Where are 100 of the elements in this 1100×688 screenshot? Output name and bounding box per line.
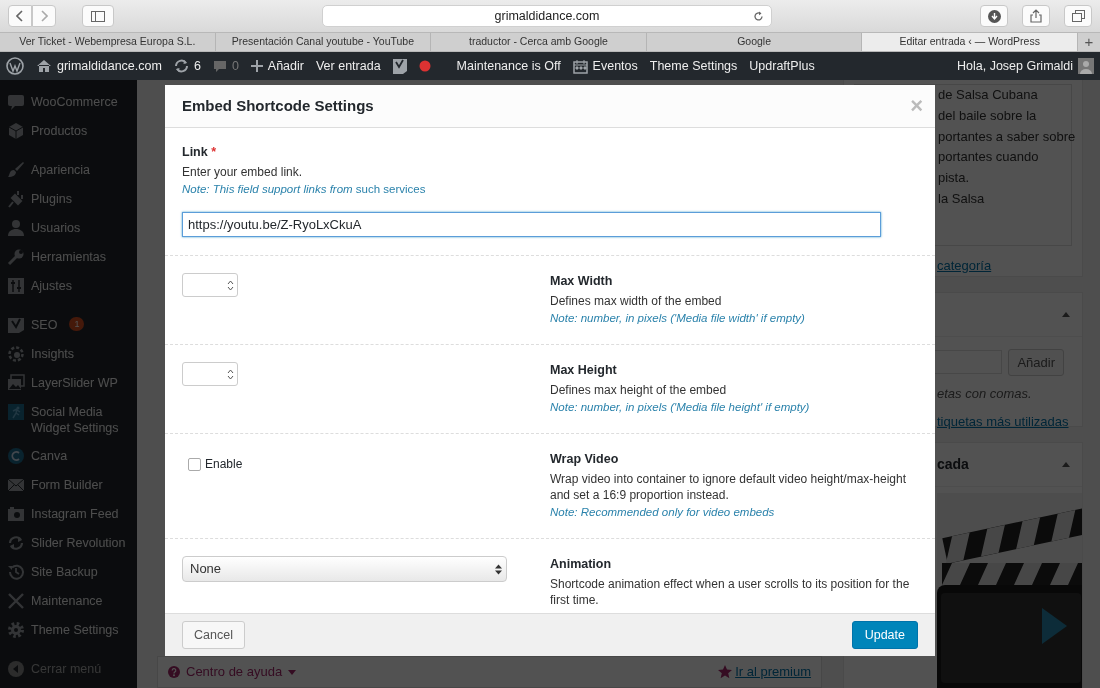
field-description: Shortcode animation effect when a user scrolls to its position for the first time. <box>550 576 911 608</box>
sidebar-item[interactable]: Ajustes <box>0 272 137 301</box>
runner-icon <box>7 403 25 421</box>
plus-icon <box>250 60 263 72</box>
star-icon <box>717 665 732 679</box>
tools-icon <box>7 592 25 610</box>
browser-tab[interactable]: Presentación Canal youtube - YouTube <box>215 33 432 51</box>
browser-tab[interactable]: Editar entrada ‹ — WordPress <box>862 33 1078 51</box>
sidebar-item[interactable]: Slider Revolution <box>0 529 137 558</box>
category-item[interactable]: portantes cuando <box>938 147 1071 169</box>
sidebar-item[interactable]: Instagram Feed <box>0 500 137 529</box>
collapse-icon[interactable] <box>1062 461 1070 467</box>
avatar-icon <box>1078 58 1094 74</box>
help-icon <box>168 666 180 678</box>
count-badge: 1 <box>69 317 85 331</box>
field-note: Note: number, in pixels ('Media file width' if empty) <box>550 311 806 326</box>
number-field[interactable] <box>182 362 238 386</box>
services-link[interactable]: such services <box>355 183 426 195</box>
download-icon <box>987 9 1001 23</box>
wordpress-logo-icon <box>6 57 24 75</box>
reload-icon[interactable] <box>753 10 764 22</box>
sidebar-item[interactable]: Canva <box>0 442 137 471</box>
site-link[interactable]: grimaldidance.com <box>57 56 162 76</box>
field-description: Enter your embed link. <box>182 164 304 180</box>
theme-settings-link[interactable]: Theme Settings <box>649 56 738 76</box>
sidebar-item[interactable]: Theme Settings <box>0 616 137 645</box>
spinner-icon <box>227 279 234 291</box>
sidebar-item[interactable]: SEO 1 <box>0 311 137 340</box>
comments-link[interactable]: 0 <box>231 56 239 76</box>
maintenance-link[interactable]: Maintenance is Off <box>456 56 561 76</box>
address-bar[interactable]: grimaldidance.com <box>322 5 772 27</box>
circle-c-icon <box>7 447 25 465</box>
sidebar-item[interactable]: WooCommerce <box>0 88 137 117</box>
panel-title: cada <box>937 454 969 474</box>
field-description: Defines max height of the embed <box>550 382 728 398</box>
sidebar-item[interactable]: Apariencia <box>0 156 137 185</box>
camera-icon <box>7 505 25 523</box>
category-item[interactable]: del baile sobre la <box>938 105 1071 127</box>
view-post-link[interactable]: Ver entrada <box>315 56 381 76</box>
address-text: grimaldidance.com <box>494 7 600 25</box>
spinner-icon <box>227 368 234 380</box>
link-field[interactable]: https://youtu.be/Z-RyoLxCkuA <box>182 212 881 237</box>
envelope-icon <box>7 476 25 494</box>
field-note: Note: This field support links from such services <box>182 182 427 197</box>
images-icon <box>7 374 25 392</box>
status-dot-icon <box>418 60 431 72</box>
sidebar-item[interactable]: Herramientas <box>0 243 137 272</box>
popular-tags-link[interactable]: tiquetas más utilizadas <box>937 413 1069 429</box>
cancel-button[interactable]: Cancel <box>182 620 245 650</box>
account-link[interactable]: Hola, Josep Grimaldi <box>957 56 1073 76</box>
back-button[interactable] <box>8 5 32 27</box>
sidebar-icon <box>91 10 105 22</box>
events-link[interactable]: Eventos <box>592 56 638 76</box>
help-menu[interactable]: Centro de ayuda <box>186 662 283 682</box>
field-description: Defines max width of the embed <box>550 293 723 309</box>
new-tab-button[interactable]: + <box>1077 33 1100 51</box>
add-category-link[interactable]: categoría <box>937 258 992 273</box>
sidebar-item[interactable]: Usuarios <box>0 214 137 243</box>
category-item[interactable]: la Salsa <box>938 189 1071 210</box>
calendar-icon <box>572 58 588 74</box>
close-button[interactable]: × <box>910 95 923 117</box>
updates-link[interactable]: 6 <box>193 56 201 76</box>
comment-icon <box>212 59 227 73</box>
field-description: Wrap video into container to ignore default video height/max-height and set a 16:9 proportion instead. <box>550 471 907 503</box>
refresh-icon <box>173 59 189 73</box>
sidebar-item[interactable]: LayerSlider WP <box>0 369 137 398</box>
browser-tab[interactable]: Ver Ticket - Webempresa Europa S.L. <box>0 33 216 51</box>
share-button[interactable] <box>1022 5 1050 27</box>
sidebar-item[interactable]: Social Media Widget Settings <box>0 398 137 442</box>
sidebar-item[interactable]: Productos <box>0 117 137 146</box>
add-new-link[interactable]: Añadir <box>267 56 304 76</box>
backup-link[interactable]: UpdraftPlus <box>749 56 815 76</box>
tabs-icon <box>1071 10 1085 22</box>
tabs-button[interactable] <box>1064 5 1092 27</box>
shield-icon <box>392 58 407 74</box>
update-button[interactable]: Update <box>851 620 918 650</box>
select-field[interactable]: None <box>182 556 507 582</box>
category-item[interactable]: de Salsa Cubana <box>938 85 1071 106</box>
checkbox[interactable] <box>188 457 201 471</box>
browser-tab[interactable]: traductor - Cerca amb Google <box>431 33 647 51</box>
category-item[interactable]: pista. <box>938 168 1071 189</box>
sidebar-item[interactable]: Maintenance <box>0 587 137 616</box>
sidebar-button[interactable] <box>82 5 114 27</box>
premium-link[interactable]: Ir al premium <box>735 662 811 682</box>
paintbrush-icon <box>7 161 25 179</box>
gear-icon <box>7 621 25 639</box>
collapse-icon[interactable] <box>1062 311 1070 317</box>
field-label: Link * <box>182 144 218 160</box>
sidebar-item[interactable]: Form Builder <box>0 471 137 500</box>
field-label: Wrap Video <box>550 451 620 467</box>
sidebar-item[interactable]: Site Backup <box>0 558 137 587</box>
sidebar-item[interactable]: Plugins <box>0 185 137 214</box>
forward-button[interactable] <box>32 5 56 27</box>
download-button[interactable] <box>980 5 1008 27</box>
number-field[interactable] <box>182 273 238 297</box>
shield-icon <box>7 316 25 334</box>
field-label: Max Height <box>550 362 618 378</box>
wrench-icon <box>7 248 25 266</box>
cube-icon <box>7 122 25 140</box>
field-note: Note: Recommended only for video embeds <box>550 505 776 520</box>
